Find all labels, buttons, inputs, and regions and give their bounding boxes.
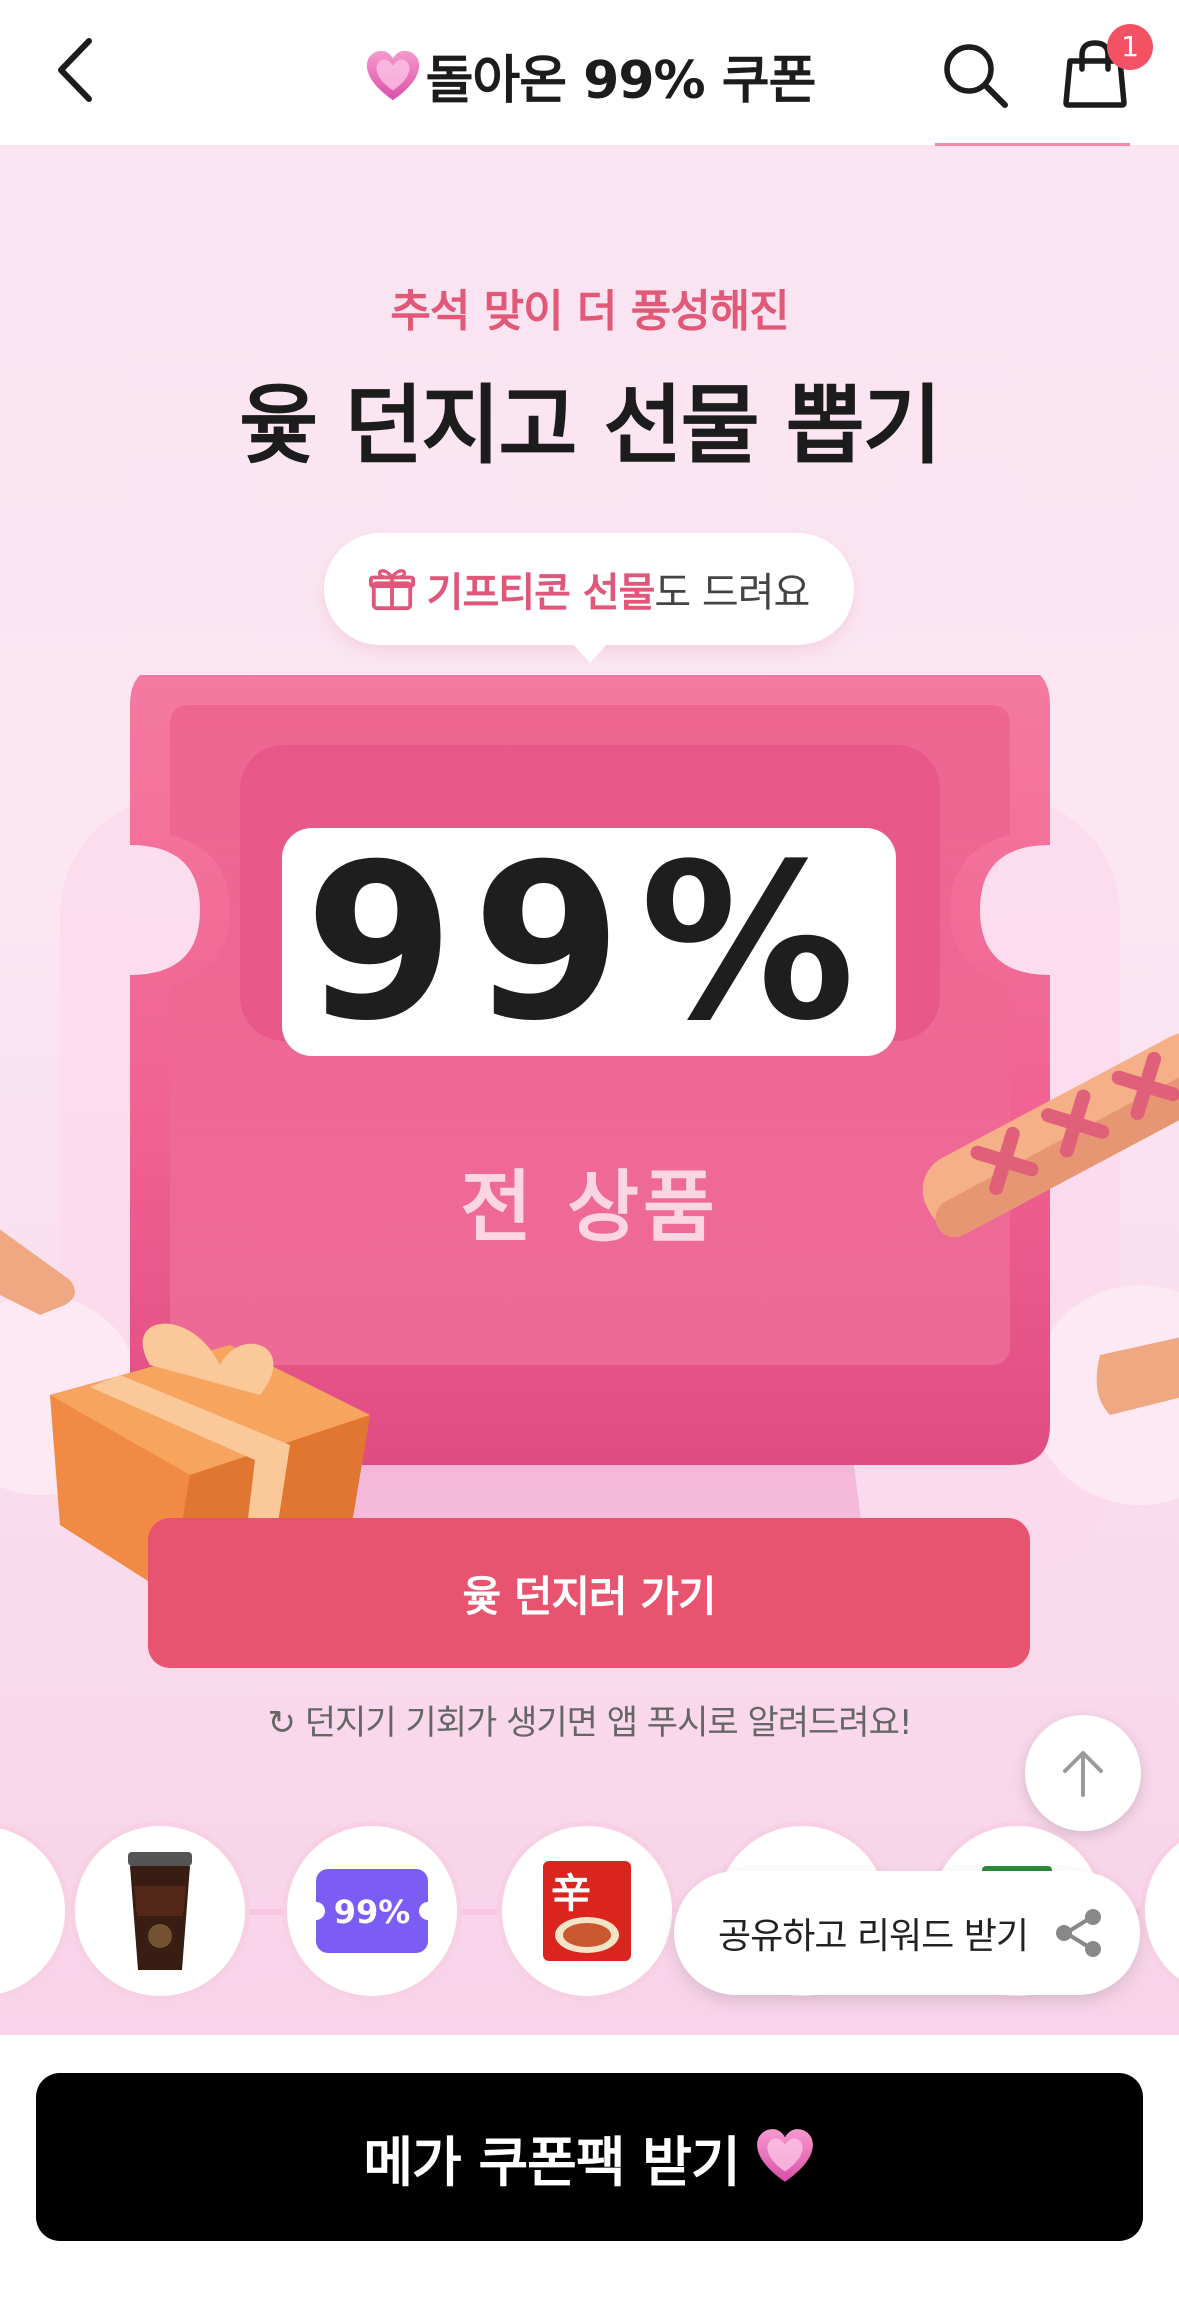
share-icon xyxy=(1056,1909,1101,1957)
gift-icon xyxy=(368,569,415,611)
prize-item xyxy=(1140,1821,1179,2001)
percent-display: 99% xyxy=(282,817,896,1068)
event-hero: 추석 맞이 더 풍성해진 윷 던지고 선물 뽑기 기프티콘 선물 도 드려요 9… xyxy=(0,145,1179,2035)
ramyun-icon: 辛 xyxy=(543,1861,631,1961)
prize-item-coupon: 99% xyxy=(282,1821,462,2001)
bubble-highlight: 기프티콘 선물 xyxy=(426,570,656,616)
page-title-text: 돌아온 99% 쿠폰 xyxy=(425,51,817,111)
heart-icon xyxy=(756,2129,813,2182)
search-icon xyxy=(944,44,1008,108)
app-header: 돌아온 99% 쿠폰 1 xyxy=(0,0,1179,146)
gift-speech-bubble: 기프티콘 선물 도 드려요 xyxy=(324,533,854,663)
cart-count-badge: 1 xyxy=(1107,24,1153,70)
iced-coffee-icon xyxy=(128,1852,192,1970)
push-notice: ↻ 던지기 기회가 생기면 앱 푸시로 알려드려요! xyxy=(267,1703,912,1743)
svg-text:辛: 辛 xyxy=(551,1871,591,1917)
prize-item xyxy=(0,1821,70,2001)
event-title: 윷 던지고 선물 뽑기 xyxy=(239,376,942,476)
event-subtitle: 추석 맞이 더 풍성해진 xyxy=(390,286,789,337)
throw-yut-button[interactable]: 윷 던지러 가기 xyxy=(148,1518,1030,1668)
prize-item-coffee xyxy=(70,1821,250,2001)
share-label: 공유하고 리워드 받기 xyxy=(718,1916,1029,1957)
share-reward-button[interactable]: 공유하고 리워드 받기 xyxy=(674,1871,1140,1995)
coupon-icon: 99% xyxy=(314,1869,430,1953)
bottom-action-bar: 메가 쿠폰팩 받기 xyxy=(0,2035,1179,2300)
scroll-to-top-button[interactable] xyxy=(1025,1715,1141,1831)
search-button[interactable] xyxy=(935,35,1015,115)
prize-item-ramyun: 辛 xyxy=(497,1821,677,2001)
all-products-label: 전 상품 xyxy=(460,1163,719,1253)
bubble-text: 도 드려요 xyxy=(654,570,810,616)
percent-value: 99% xyxy=(304,816,874,1068)
mega-coupon-pack-button[interactable]: 메가 쿠폰팩 받기 xyxy=(36,2073,1143,2241)
heart-icon xyxy=(366,50,419,101)
arrow-up-icon xyxy=(1063,1751,1103,1797)
header-divider xyxy=(935,143,1130,146)
mega-coupon-label: 메가 쿠폰팩 받기 xyxy=(363,2130,740,2194)
svg-text:99%: 99% xyxy=(334,1893,411,1931)
